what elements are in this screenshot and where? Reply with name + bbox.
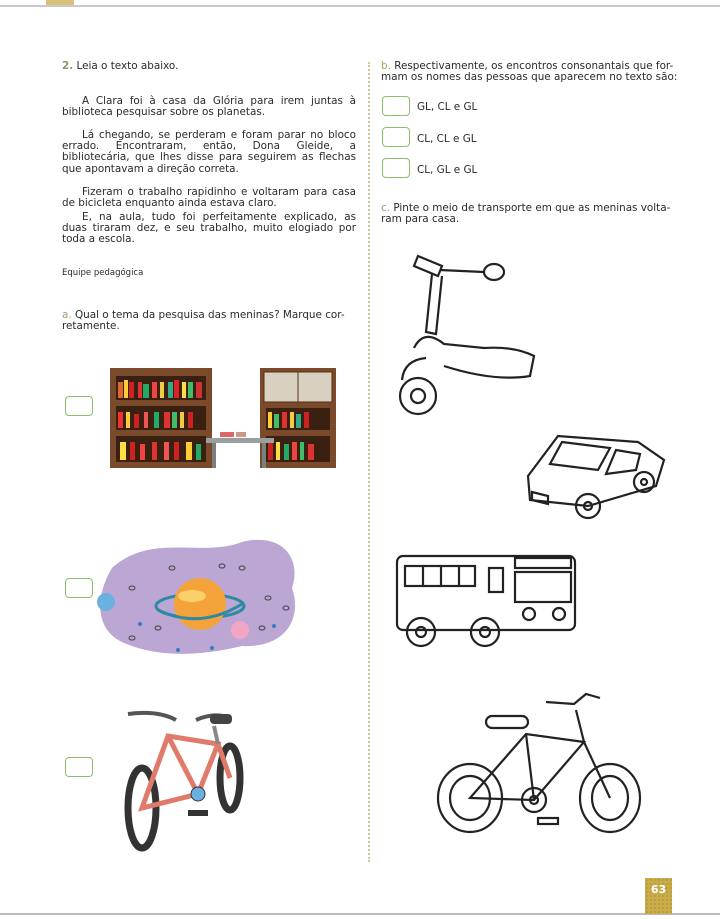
top-rule bbox=[0, 5, 720, 7]
item-b-question: b. Respectivamente, os encontros consona… bbox=[381, 60, 681, 84]
item-a-text-line2: retamente. bbox=[62, 320, 120, 333]
text-paragraph-1: A Clara foi à casa da Glória para irem j… bbox=[62, 95, 356, 119]
option-gl-cl-gl-checkbox[interactable] bbox=[382, 96, 410, 116]
question-number: 2. bbox=[62, 60, 74, 72]
option-planets-checkbox[interactable] bbox=[65, 578, 93, 598]
question-2-heading: 2. Leia o texto abaixo. bbox=[62, 60, 179, 72]
text-credit: Equipe pedagógica bbox=[62, 268, 144, 278]
item-c-text-line1: Pinte o meio de transporte em que as men… bbox=[393, 202, 671, 214]
scooter-outline[interactable] bbox=[384, 248, 544, 418]
item-c-letter: c. bbox=[381, 202, 391, 214]
option-gl-cl-gl-label: GL, CL e GL bbox=[417, 101, 478, 113]
item-c-text-line2: ram para casa. bbox=[381, 213, 460, 226]
car-outline[interactable] bbox=[518, 430, 668, 522]
item-a-question: a. Qual o tema da pesquisa das meninas? … bbox=[62, 309, 362, 333]
item-a-letter: a. bbox=[62, 309, 72, 321]
library-bookshelves-image bbox=[110, 368, 336, 468]
bicycle-image bbox=[124, 710, 244, 852]
planet-space-image bbox=[97, 539, 296, 654]
question-instruction: Leia o texto abaixo. bbox=[76, 60, 179, 72]
text-paragraph-4: E, na aula, tudo foi perfeitamente expli… bbox=[62, 211, 356, 246]
text-paragraph-2: Lá chegando, se perderam e foram parar n… bbox=[62, 129, 356, 175]
item-a-text-line1: Qual o tema da pesquisa das meninas? Mar… bbox=[74, 309, 345, 321]
item-c-question: c. Pinte o meio de transporte em que as … bbox=[381, 202, 681, 226]
option-bicycle-checkbox[interactable] bbox=[65, 757, 93, 777]
text-paragraph-3: Fizeram o trabalho rapidinho e voltaram … bbox=[62, 186, 356, 210]
option-cl-cl-gl-label: CL, CL e GL bbox=[417, 133, 477, 145]
page-number: 63 bbox=[645, 878, 672, 914]
bicycle-outline[interactable] bbox=[434, 690, 644, 840]
column-divider bbox=[368, 62, 370, 862]
option-cl-cl-gl-checkbox[interactable] bbox=[382, 127, 410, 147]
option-library-checkbox[interactable] bbox=[65, 396, 93, 416]
item-b-letter: b. bbox=[381, 60, 391, 72]
item-b-text-line2: mam os nomes das pessoas que aparecem no… bbox=[381, 71, 678, 84]
item-b-text-line1: Respectivamente, os encontros consonanta… bbox=[394, 60, 674, 72]
option-cl-gl-gl-label: CL, GL e GL bbox=[417, 164, 478, 176]
option-cl-gl-gl-checkbox[interactable] bbox=[382, 158, 410, 178]
bus-outline[interactable] bbox=[393, 552, 583, 652]
bottom-rule bbox=[0, 913, 720, 915]
